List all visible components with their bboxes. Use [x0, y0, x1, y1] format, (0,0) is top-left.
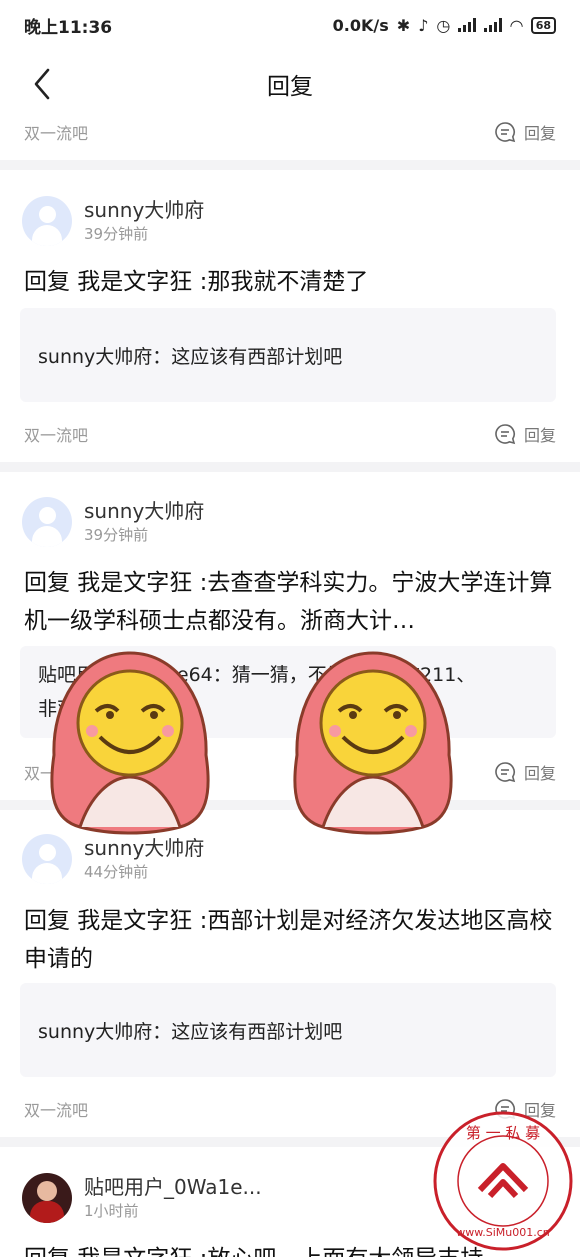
svg-text:www.SiMu001.cn: www.SiMu001.cn	[456, 1226, 550, 1239]
blanket-emoji-sticker	[293, 651, 453, 835]
reply-button[interactable]: 回复	[494, 422, 556, 446]
username[interactable]: 贴吧用户_0Wa1e...	[84, 1174, 262, 1200]
post-content[interactable]: 回复 我是文字狂 :去查查学科实力。宁波大学连计算机一级学科硕士点都没有。浙商大…	[24, 564, 560, 640]
post-footer: 双一流吧 回复	[0, 112, 580, 152]
watermark-seal-logo: 第 一 私 募 www.SiMu001.cn	[433, 1111, 573, 1251]
forum-tag[interactable]: 双一流吧	[24, 422, 88, 446]
back-arrow-icon[interactable]	[28, 66, 58, 102]
forum-tag[interactable]: 双一流吧	[24, 120, 88, 144]
forum-tag[interactable]: 双一流吧	[24, 1097, 88, 1121]
blanket-emoji-sticker	[50, 651, 210, 835]
mute-icon: ♪	[418, 15, 429, 35]
quoted-reply[interactable]: sunny大帅府：这应该有西部计划吧	[20, 983, 556, 1077]
bluetooth-icon: ✱	[396, 15, 411, 35]
reply-label: 回复	[523, 124, 556, 143]
post-content[interactable]: 回复 我是文字狂 :那我就不清楚了	[24, 263, 560, 301]
signal-icon	[484, 18, 503, 32]
quoted-reply[interactable]: sunny大帅府：这应该有西部计划吧	[20, 308, 556, 402]
avatar[interactable]	[22, 196, 72, 246]
post-author[interactable]: sunny大帅府 44分钟前	[22, 834, 204, 884]
alarm-icon: ◷	[436, 15, 451, 35]
comment-icon	[495, 762, 516, 783]
separator	[0, 160, 580, 170]
username[interactable]: sunny大帅府	[84, 197, 204, 223]
page-title: 回复	[267, 74, 313, 100]
post-author[interactable]: sunny大帅府 39分钟前	[22, 196, 204, 246]
post-time: 39分钟前	[84, 526, 149, 544]
avatar[interactable]	[22, 497, 72, 547]
post-author[interactable]: 贴吧用户_0Wa1e... 1小时前	[22, 1173, 262, 1223]
status-time: 晚上11:36	[24, 17, 113, 38]
avatar[interactable]	[22, 1173, 72, 1223]
separator	[0, 462, 580, 472]
reply-button[interactable]: 回复	[494, 760, 556, 784]
post-author[interactable]: sunny大帅府 39分钟前	[22, 497, 204, 547]
signal-icon	[458, 18, 477, 32]
reply-label: 回复	[523, 764, 556, 783]
comment-icon	[495, 122, 516, 143]
svg-text:第 一 私 募: 第 一 私 募	[466, 1124, 540, 1142]
username[interactable]: sunny大帅府	[84, 498, 204, 524]
reply-label: 回复	[523, 426, 556, 445]
network-speed: 0.0K/s	[332, 15, 389, 35]
avatar[interactable]	[22, 834, 72, 884]
post-time: 1小时前	[84, 1202, 139, 1220]
reply-button[interactable]: 回复	[494, 120, 556, 144]
nav-bar: 回复	[0, 50, 580, 118]
wifi-icon: ◠	[510, 15, 523, 35]
post-content[interactable]: 回复 我是文字狂 :西部计划是对经济欠发达地区高校申请的	[24, 902, 560, 978]
username[interactable]: sunny大帅府	[84, 835, 204, 861]
post-footer: 双一流吧 回复	[0, 414, 580, 454]
status-icons: 0.0K/s ✱ ♪ ◷ ◠ 68	[333, 16, 556, 35]
battery-icon: 68	[530, 16, 556, 34]
post-time: 39分钟前	[84, 225, 149, 243]
comment-icon	[495, 424, 516, 445]
status-bar: 晚上11:36 0.0K/s ✱ ♪ ◷ ◠ 68	[0, 0, 580, 50]
post-time: 44分钟前	[84, 863, 149, 881]
